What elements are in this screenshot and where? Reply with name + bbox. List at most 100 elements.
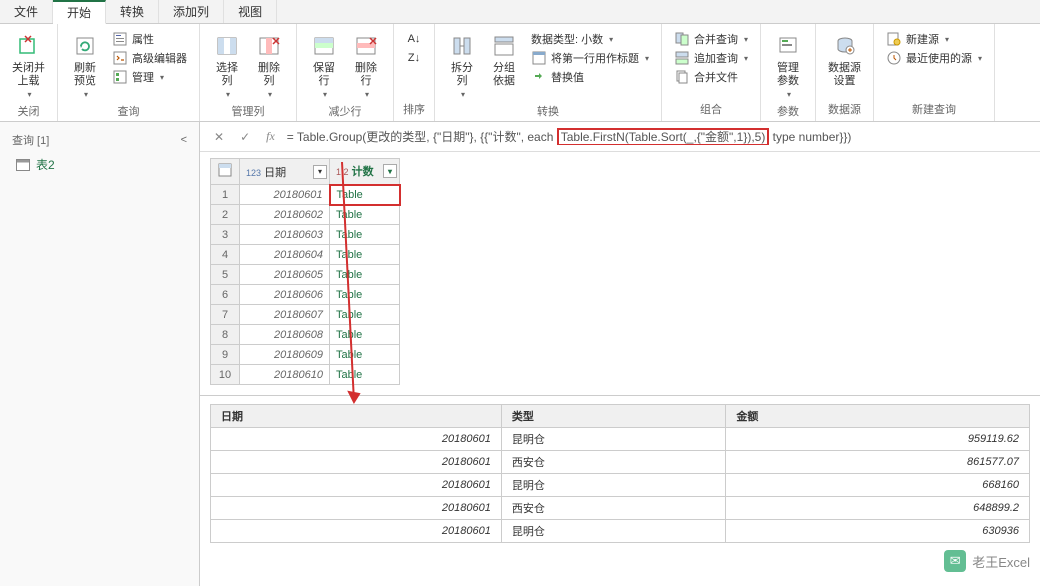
row-number[interactable]: 9 (211, 345, 240, 365)
preview-row[interactable]: 20180601西安仓648899.2 (211, 497, 1030, 520)
preview-cell[interactable]: 20180601 (211, 451, 502, 474)
replace-icon (531, 69, 547, 85)
dropdown-arrow-icon: ▾ (27, 90, 31, 99)
advanced-editor-button[interactable]: 高级编辑器 (108, 49, 191, 67)
sort-asc-icon: A↓ (406, 31, 422, 47)
preview-cell[interactable]: 959119.62 (726, 428, 1030, 451)
manage-button[interactable]: 管理▾ (108, 68, 191, 86)
preview-cell[interactable]: 20180601 (211, 474, 502, 497)
combine-files-button[interactable]: 合并文件 (670, 68, 752, 86)
remove-rows-button[interactable]: 删除 行▾ (347, 30, 385, 101)
cancel-formula-icon[interactable]: ✕ (210, 130, 228, 144)
preview-header[interactable]: 类型 (501, 405, 726, 428)
tab-addcolumn[interactable]: 添加列 (159, 0, 224, 23)
preview-row[interactable]: 20180601昆明仓668160 (211, 474, 1030, 497)
wechat-icon: ✉ (944, 550, 966, 572)
row-number[interactable]: 10 (211, 365, 240, 385)
sort-desc-button[interactable]: Z↓ (402, 49, 426, 67)
fx-icon[interactable]: fx (262, 129, 279, 144)
formula-highlight: Table.FirstN(Table.Sort(_,{"金额",1}),5) (557, 128, 770, 145)
properties-icon (112, 31, 128, 47)
tab-home[interactable]: 开始 (53, 0, 106, 24)
editor-icon (112, 50, 128, 66)
preview-grid[interactable]: 日期类型金额 20180601昆明仓959119.6220180601西安仓86… (210, 404, 1030, 543)
preview-cell[interactable]: 昆明仓 (501, 428, 726, 451)
row-number[interactable]: 6 (211, 285, 240, 305)
group-by-button[interactable]: 分组 依据 (485, 30, 523, 90)
keep-rows-button[interactable]: 保留 行▾ (305, 30, 343, 101)
row-number[interactable]: 5 (211, 265, 240, 285)
preview-cell[interactable]: 昆明仓 (501, 520, 726, 543)
refresh-preview-button[interactable]: 刷新 预览 ▾ (66, 30, 104, 101)
sort-desc-icon: Z↓ (406, 50, 422, 66)
replace-values-button[interactable]: 替换值 (527, 68, 653, 86)
data-type-button[interactable]: 数据类型: 小数▾ (527, 30, 653, 48)
queries-panel: 查询 [1] < 表2 (0, 122, 200, 586)
headers-icon (531, 50, 547, 66)
ribbon: 关闭并 上载 ▾ 关闭 刷新 预览 ▾ 属性 高级编辑器 管理▾ 查询 选择 (0, 24, 1040, 122)
params-icon (774, 32, 802, 60)
properties-button[interactable]: 属性 (108, 30, 191, 48)
refresh-icon (71, 32, 99, 60)
row-number[interactable]: 3 (211, 225, 240, 245)
data-source-icon (831, 32, 859, 60)
queries-header: 查询 [1] (12, 132, 49, 148)
tab-transform[interactable]: 转换 (106, 0, 159, 23)
choose-columns-button[interactable]: 选择 列▾ (208, 30, 246, 101)
preview-row[interactable]: 20180601西安仓861577.07 (211, 451, 1030, 474)
preview-cell[interactable]: 668160 (726, 474, 1030, 497)
preview-cell[interactable]: 西安仓 (501, 451, 726, 474)
sort-asc-button[interactable]: A↓ (402, 30, 426, 48)
preview-cell[interactable]: 昆明仓 (501, 474, 726, 497)
annotation-arrow (315, 162, 375, 412)
merge-queries-button[interactable]: 合并查询▾ (670, 30, 752, 48)
preview-header[interactable]: 金额 (726, 405, 1030, 428)
confirm-formula-icon[interactable]: ✓ (236, 130, 254, 144)
preview-cell[interactable]: 西安仓 (501, 497, 726, 520)
data-source-settings-button[interactable]: 数据源 设置 (824, 30, 865, 90)
preview-cell[interactable]: 20180601 (211, 520, 502, 543)
tab-file[interactable]: 文件 (0, 0, 53, 23)
new-source-icon (886, 31, 902, 47)
table-icon (16, 159, 30, 171)
preview-cell[interactable]: 648899.2 (726, 497, 1030, 520)
remove-columns-button[interactable]: 删除 列▾ (250, 30, 288, 101)
remove-col-icon (255, 32, 283, 60)
manage-params-button[interactable]: 管理 参数▾ (769, 30, 807, 101)
collapse-panel-icon[interactable]: < (181, 134, 187, 146)
preview-row[interactable]: 20180601昆明仓630936 (211, 520, 1030, 543)
type-icon-int: 123 (246, 168, 261, 178)
remove-rows-icon (352, 32, 380, 60)
close-load-button[interactable]: 关闭并 上载 ▾ (8, 30, 49, 101)
row-number[interactable]: 4 (211, 245, 240, 265)
preview-cell[interactable]: 630936 (726, 520, 1030, 543)
preview-row[interactable]: 20180601昆明仓959119.62 (211, 428, 1030, 451)
combine-files-icon (674, 69, 690, 85)
watermark: ✉ 老王Excel (944, 550, 1030, 572)
filter-dropdown-icon[interactable]: ▾ (383, 164, 397, 178)
menu-tabs: 文件 开始 转换 添加列 视图 (0, 0, 1040, 24)
first-row-headers-button[interactable]: 将第一行用作标题▾ (527, 49, 653, 67)
split-icon (448, 32, 476, 60)
query-item[interactable]: 表2 (6, 152, 193, 177)
recent-icon (886, 50, 902, 66)
preview-cell[interactable]: 861577.07 (726, 451, 1030, 474)
row-number[interactable]: 2 (211, 205, 240, 225)
append-queries-button[interactable]: 追加查询▾ (670, 49, 752, 67)
row-number[interactable]: 1 (211, 185, 240, 205)
groupby-icon (490, 32, 518, 60)
close-load-icon (15, 32, 43, 60)
formula-bar: ✕ ✓ fx = Table.Group(更改的类型, {"日期"}, {{"计… (200, 122, 1040, 152)
preview-cell[interactable]: 20180601 (211, 497, 502, 520)
split-column-button[interactable]: 拆分 列▾ (443, 30, 481, 101)
row-number[interactable]: 8 (211, 325, 240, 345)
preview-cell[interactable]: 20180601 (211, 428, 502, 451)
row-number[interactable]: 7 (211, 305, 240, 325)
manage-icon (112, 69, 128, 85)
formula-input[interactable]: = Table.Group(更改的类型, {"日期"}, {{"计数", eac… (287, 128, 1030, 145)
select-all-button[interactable] (211, 159, 240, 185)
choose-col-icon (213, 32, 241, 60)
tab-view[interactable]: 视图 (224, 0, 277, 23)
recent-sources-button[interactable]: 最近使用的源▾ (882, 49, 986, 67)
new-source-button[interactable]: 新建源▾ (882, 30, 986, 48)
